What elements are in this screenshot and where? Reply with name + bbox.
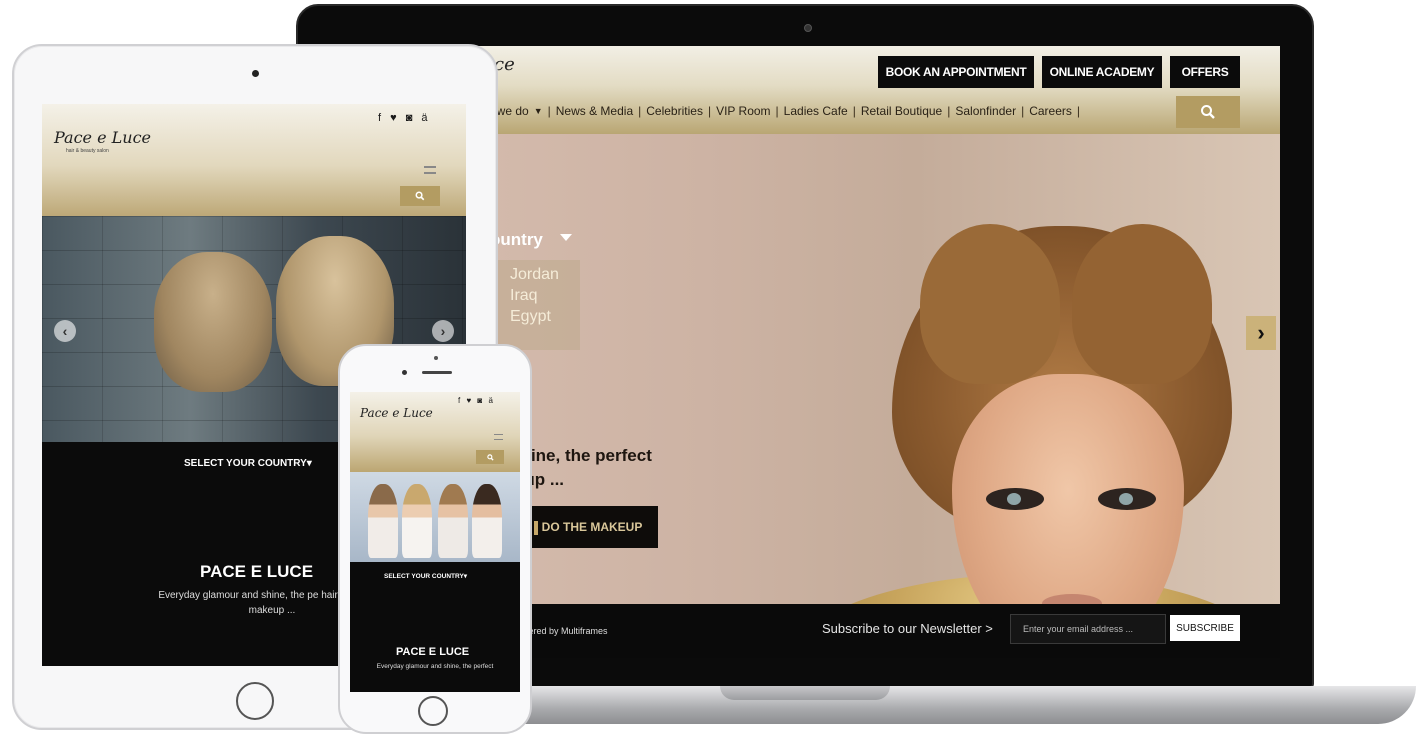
device-mockup-stage: ce BOOK AN APPOINTMENT ONLINE ACADEMY OF… xyxy=(0,0,1420,734)
nav-item-careers[interactable]: Careers xyxy=(1029,104,1072,118)
tablet-home-button xyxy=(236,682,274,720)
nav-item-ladies-cafe[interactable]: Ladies Cafe xyxy=(784,104,848,118)
nav-item-celebrities[interactable]: Celebrities xyxy=(646,104,703,118)
phone-logo[interactable]: Pace e Luce xyxy=(360,406,433,420)
model-figure xyxy=(472,484,502,558)
button-label: DO THE MAKEUP xyxy=(541,520,643,534)
tablet-camera xyxy=(252,70,259,77)
model-hair-lobe-right xyxy=(1072,224,1212,384)
model-head xyxy=(154,252,272,392)
country-option[interactable]: Egypt xyxy=(510,306,566,327)
phone-search-button[interactable] xyxy=(476,450,504,464)
newsletter-label: Subscribe to our Newsletter > xyxy=(822,621,993,636)
search-icon xyxy=(415,191,425,201)
social-icons[interactable]: f ♥ ◙ ä xyxy=(378,112,431,124)
search-icon xyxy=(1201,105,1215,119)
search-button[interactable] xyxy=(1176,96,1240,128)
phone-camera xyxy=(402,370,407,375)
laptop-notch xyxy=(720,686,890,700)
tablet-logo[interactable]: Pace e Luce xyxy=(54,128,151,147)
nav-item-vip[interactable]: VIP Room xyxy=(716,104,770,118)
search-icon xyxy=(486,453,494,461)
brand-title: PACE E LUCE xyxy=(200,562,314,581)
book-appointment-button[interactable]: BOOK AN APPOINTMENT xyxy=(878,56,1034,88)
brand-description: Everyday glamour and shine, the perfect xyxy=(376,663,494,670)
laptop-camera xyxy=(804,24,812,32)
model-hair-lobe-left xyxy=(920,224,1060,384)
model-eye-left xyxy=(986,488,1044,510)
hamburger-menu-icon[interactable] xyxy=(424,166,436,174)
tablet-tagline: hair & beauty salon xyxy=(66,148,109,154)
offers-button[interactable]: OFFERS xyxy=(1170,56,1240,88)
phone-screen: Pace e Luce f ♥ ◙ ä SELECT YOUR COUNTRY▾… xyxy=(350,392,520,692)
select-country-dropdown[interactable]: SELECT YOUR COUNTRY▾ xyxy=(184,458,312,469)
hamburger-menu-icon[interactable] xyxy=(494,434,503,440)
slider-next-button[interactable]: › xyxy=(1246,316,1276,350)
phone-home-button xyxy=(418,696,448,726)
tablet-search-button[interactable] xyxy=(400,186,440,206)
nav-item-retail[interactable]: Retail Boutique xyxy=(861,104,942,118)
model-eye-right xyxy=(1098,488,1156,510)
chevron-right-icon: › xyxy=(440,323,446,339)
phone-header: Pace e Luce f ♥ ◙ ä xyxy=(350,392,520,472)
online-academy-button[interactable]: ONLINE ACADEMY xyxy=(1042,56,1162,88)
slider-prev-button[interactable]: ‹ xyxy=(54,320,76,342)
chevron-down-icon: ▼ xyxy=(533,106,543,116)
social-icons[interactable]: f ♥ ◙ ä xyxy=(458,396,495,405)
model-figure xyxy=(368,484,398,558)
chevron-down-icon xyxy=(560,234,572,241)
phone-speaker xyxy=(422,371,452,374)
brand-title: PACE E LUCE xyxy=(396,646,470,658)
do-the-makeup-button[interactable]: DO THE MAKEUP xyxy=(526,506,658,548)
country-option[interactable]: Iraq xyxy=(510,285,566,306)
country-dropdown: Jordan Iraq Egypt xyxy=(496,260,580,350)
select-country-dropdown[interactable]: SELECT YOUR COUNTRY▾ xyxy=(384,572,467,580)
nav-item-salonfinder[interactable]: Salonfinder xyxy=(955,104,1016,118)
chevron-left-icon: ‹ xyxy=(62,323,68,339)
country-option[interactable]: Jordan xyxy=(510,264,566,285)
model-figure xyxy=(402,484,432,558)
model-figure xyxy=(438,484,468,558)
chevron-right-icon: › xyxy=(1257,320,1265,345)
newsletter-email-input[interactable]: Enter your email address ... xyxy=(1010,614,1166,644)
nav-item-news[interactable]: News & Media xyxy=(556,104,633,118)
tablet-header: Pace e Luce hair & beauty salon f ♥ ◙ ä xyxy=(42,104,466,216)
phone-sensor xyxy=(434,356,438,360)
slider-next-button[interactable]: › xyxy=(432,320,454,342)
subscribe-button[interactable]: SUBSCRIBE xyxy=(1170,615,1240,641)
laptop-nav: t we do ▼ | News & Media | Celebrities |… xyxy=(490,104,1081,118)
button-accent-bar xyxy=(534,521,538,535)
